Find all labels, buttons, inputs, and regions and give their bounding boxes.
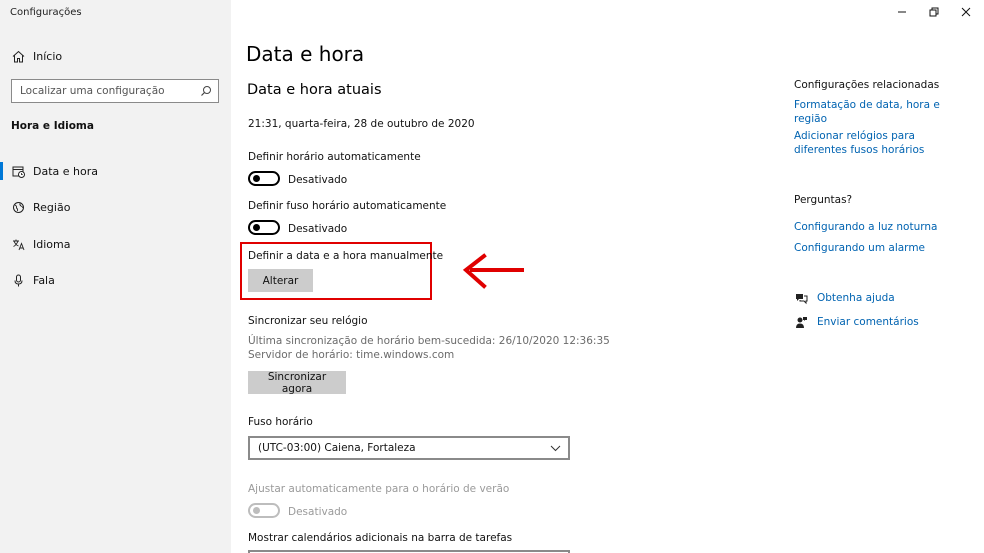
sync-now-button[interactable]: Sincronizar agora — [248, 371, 346, 395]
auto-timezone-state: Desativado — [288, 223, 348, 235]
current-datetime: 21:31, quarta-feira, 28 de outubro de 20… — [248, 118, 475, 130]
dst-label: Ajustar automaticamente para o horário d… — [248, 483, 510, 495]
nav-home-label: Início — [33, 49, 63, 63]
auto-time-state: Desativado — [288, 174, 348, 186]
sidebar-item-region[interactable]: Região — [0, 192, 231, 222]
calendar-clock-icon — [11, 164, 25, 178]
sidebar-item-language[interactable]: Idioma — [0, 229, 231, 259]
sidebar-item-label: Idioma — [33, 237, 71, 251]
dst-toggle — [248, 503, 280, 518]
sidebar-item-label: Fala — [33, 273, 55, 287]
search-icon[interactable] — [200, 85, 212, 100]
timezone-label: Fuso horário — [248, 416, 313, 428]
related-settings-title: Configurações relacionadas — [794, 79, 940, 91]
change-button[interactable]: Alterar — [248, 269, 313, 292]
extra-calendars-label: Mostrar calendários adicionais na barra … — [248, 532, 513, 544]
get-help-link[interactable]: Obtenha ajuda — [794, 291, 895, 305]
link-night-light[interactable]: Configurando a luz noturna — [794, 220, 964, 234]
link-add-clocks[interactable]: Adicionar relógios para diferentes fusos… — [794, 129, 954, 157]
dst-state: Desativado — [288, 506, 348, 518]
sync-title: Sincronizar seu relógio — [248, 315, 368, 327]
toggle-knob — [253, 175, 260, 182]
toggle-knob — [253, 224, 260, 231]
active-indicator — [0, 162, 3, 180]
app-title: Configurações — [10, 7, 82, 18]
search-input[interactable] — [12, 80, 192, 102]
auto-timezone-toggle[interactable] — [248, 220, 280, 235]
sidebar-item-label: Data e hora — [33, 164, 98, 178]
toggle-knob — [253, 507, 260, 514]
feedback-label: Enviar comentários — [817, 316, 919, 328]
globe-icon — [11, 200, 25, 214]
sidebar: Configurações Início Hora e Idioma Data … — [0, 0, 231, 553]
get-help-label: Obtenha ajuda — [817, 292, 895, 304]
nav-home[interactable]: Início — [0, 41, 231, 71]
sidebar-item-speech[interactable]: Fala — [0, 265, 231, 295]
last-sync-text: Última sincronização de horário bem-suce… — [248, 335, 610, 347]
sidebar-item-label: Região — [33, 200, 71, 214]
chevron-down-icon — [550, 443, 561, 456]
link-date-format[interactable]: Formatação de data, hora e região — [794, 98, 964, 126]
search-box[interactable] — [11, 79, 219, 103]
section-title: Data e hora atuais — [247, 82, 382, 98]
help-chat-icon — [794, 291, 808, 305]
timezone-select[interactable]: (UTC-03:00) Caiena, Fortaleza — [248, 436, 570, 460]
feedback-person-icon — [794, 315, 808, 329]
auto-timezone-label: Definir fuso horário automaticamente — [248, 200, 447, 212]
manual-datetime-label: Definir a data e a hora manualmente — [248, 250, 444, 262]
auto-time-toggle[interactable] — [248, 171, 280, 186]
auto-time-label: Definir horário automaticamente — [248, 151, 421, 163]
page-title: Data e hora — [246, 42, 365, 66]
feedback-link[interactable]: Enviar comentários — [794, 315, 919, 329]
microphone-icon — [11, 273, 25, 287]
sidebar-item-date-time[interactable]: Data e hora — [0, 156, 231, 186]
group-title: Hora e Idioma — [11, 120, 94, 132]
annotation-arrow-icon — [462, 253, 524, 289]
time-server-text: Servidor de horário: time.windows.com — [248, 349, 455, 361]
home-icon — [11, 49, 25, 63]
language-icon — [11, 237, 25, 251]
link-alarm[interactable]: Configurando um alarme — [794, 241, 964, 255]
questions-title: Perguntas? — [794, 194, 853, 206]
timezone-value: (UTC-03:00) Caiena, Fortaleza — [258, 442, 416, 454]
